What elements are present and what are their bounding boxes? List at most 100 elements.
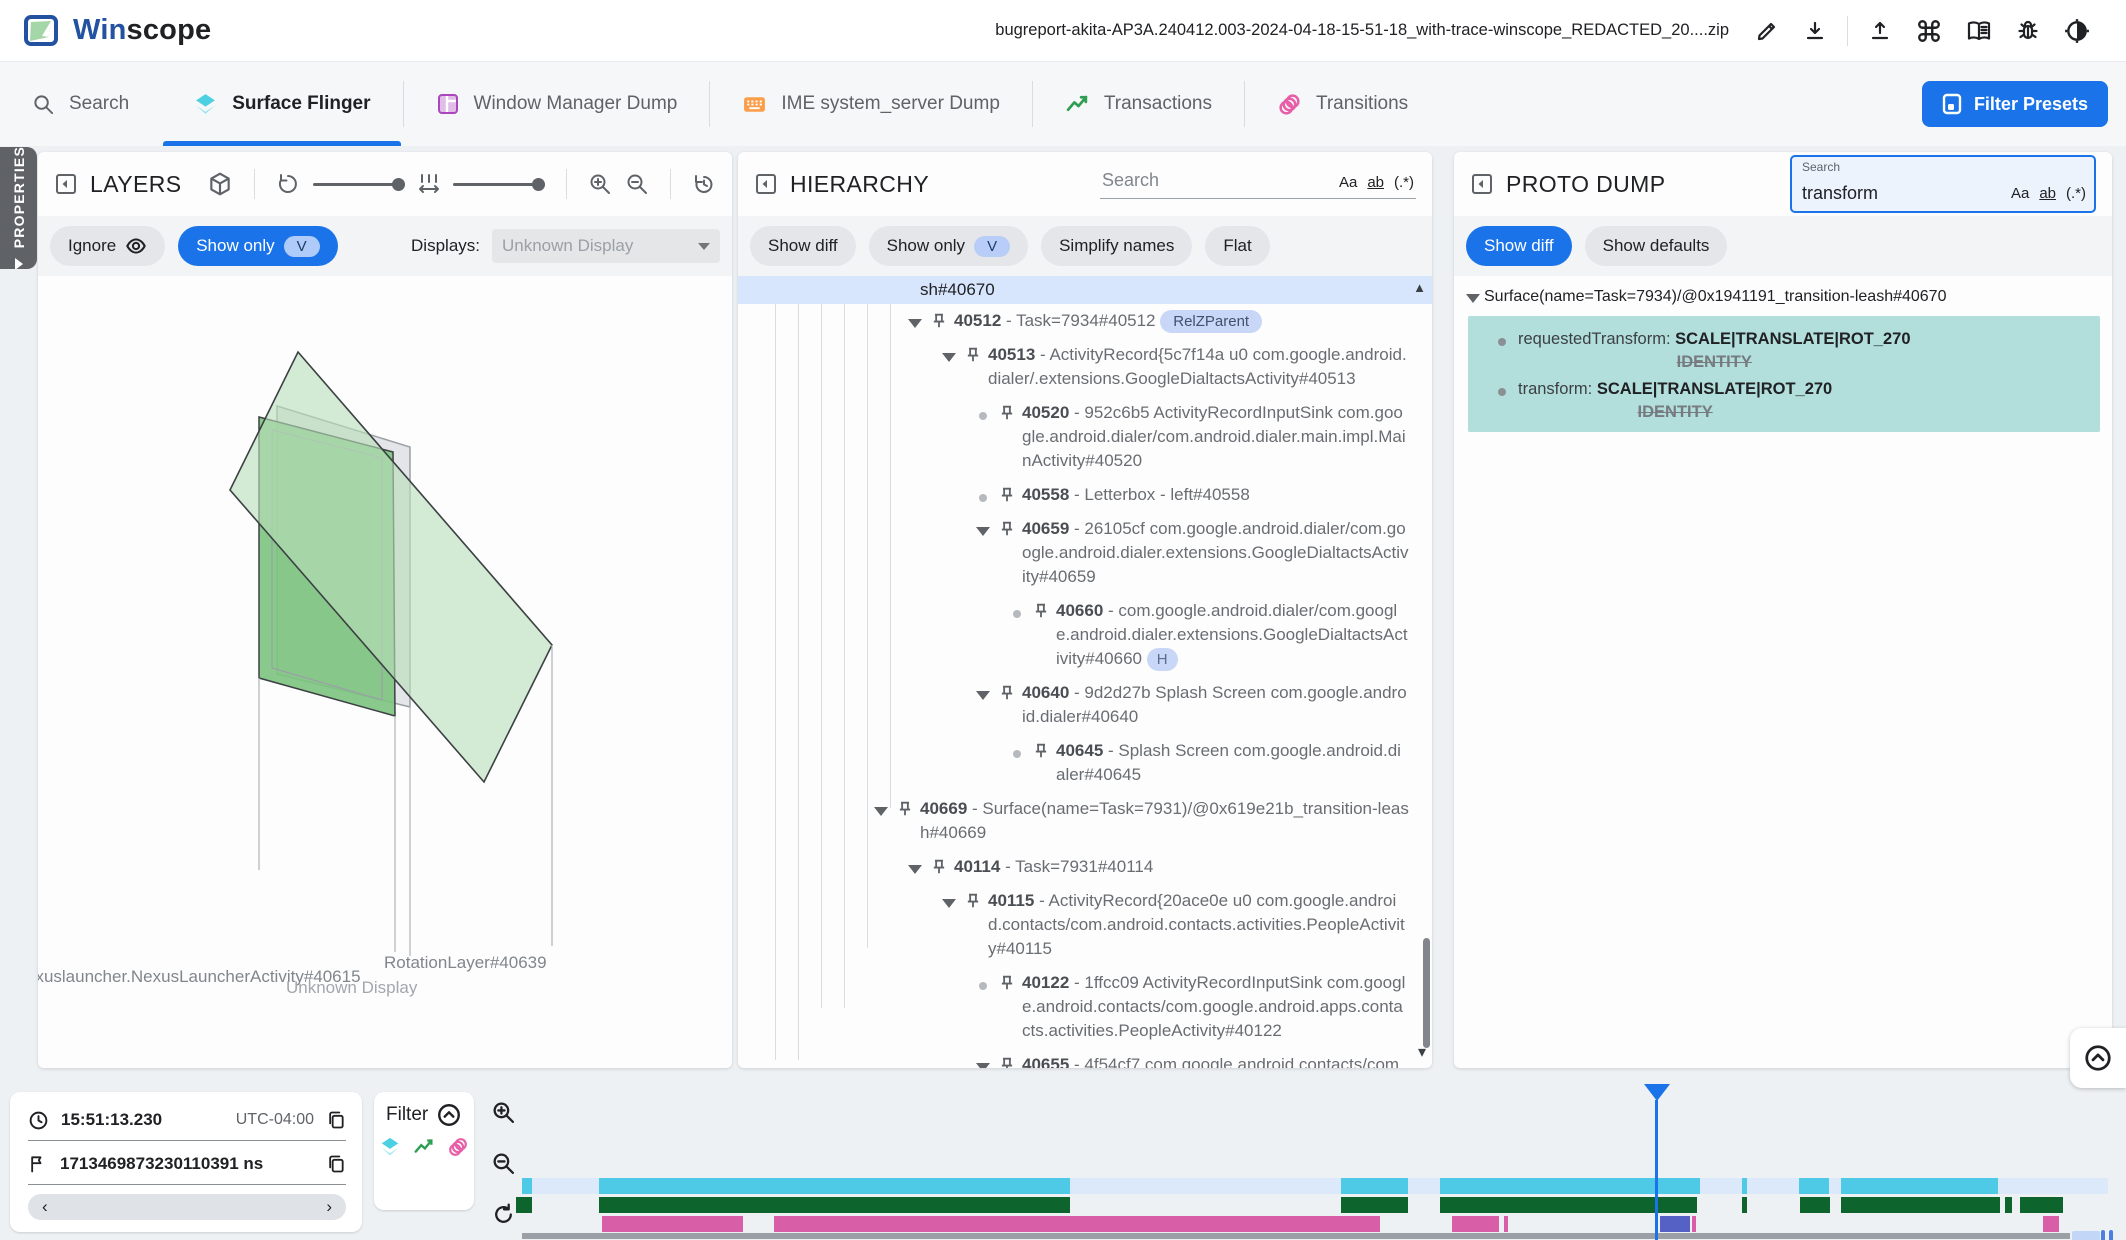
ignore-button[interactable]: Ignore: [50, 226, 165, 266]
proto-show-diff-button[interactable]: Show diff: [1466, 226, 1572, 266]
pin-icon[interactable]: [932, 859, 946, 875]
timeline-cursor-head[interactable]: [1644, 1084, 1670, 1101]
proto-search-value[interactable]: transform: [1802, 183, 1878, 204]
timeline-segment[interactable]: [2043, 1216, 2059, 1232]
3d-cube-icon[interactable]: [207, 171, 233, 197]
timeline-segment[interactable]: [1341, 1178, 1408, 1194]
pin-icon[interactable]: [966, 347, 980, 363]
match-case-icon[interactable]: Aa: [2011, 185, 2029, 202]
proto-root-node[interactable]: Surface(name=Task=7934)/@0x1941191_trans…: [1454, 276, 2112, 314]
tree-node-40660[interactable]: 40660 - com.google.android.dialer/com.go…: [738, 594, 1432, 676]
panel-collapse-icon[interactable]: [1470, 172, 1494, 196]
layers-3d-canvas[interactable]: RotationLayer#40639 exuslauncher.NexusLa…: [38, 276, 732, 1068]
tree-node-40645[interactable]: 40645 - Splash Screen com.google.android…: [738, 734, 1432, 792]
timeline-scrollbar-track[interactable]: [522, 1233, 2070, 1239]
current-time-ns[interactable]: 1713469873230110391 ns: [60, 1154, 263, 1174]
flat-button[interactable]: Flat: [1205, 226, 1269, 266]
timeline-zoom-in-button[interactable]: [489, 1098, 518, 1127]
tree-node-40512[interactable]: 40512 - Task=7934#40512 RelZParent: [738, 304, 1432, 338]
pin-icon[interactable]: [1000, 405, 1014, 421]
timeline-zoom-out-button[interactable]: [489, 1149, 518, 1178]
spacing-slider-handle[interactable]: [532, 178, 545, 191]
filter-presets-button[interactable]: Filter Presets: [1922, 81, 2108, 127]
timeline-cursor[interactable]: [1655, 1100, 1658, 1240]
spacing-icon[interactable]: [418, 172, 440, 196]
tab-search[interactable]: Search: [0, 62, 161, 146]
pin-icon[interactable]: [1000, 1057, 1014, 1068]
timeline-segment[interactable]: [599, 1197, 1070, 1213]
timeline-segment[interactable]: [602, 1216, 743, 1232]
timeline-segment[interactable]: [1440, 1197, 1697, 1213]
proto-search-field[interactable]: Search transform Aa ab (.*): [1790, 155, 2096, 213]
transitions-filter-icon[interactable]: [447, 1136, 469, 1158]
tab-transactions[interactable]: Transactions: [1033, 62, 1244, 146]
regex-icon[interactable]: (.*): [1394, 174, 1414, 191]
timeline-reset-zoom-button[interactable]: [489, 1200, 518, 1229]
panel-collapse-icon[interactable]: [54, 172, 78, 196]
scroll-up-icon[interactable]: ▲: [1413, 280, 1426, 295]
hierarchy-search-field[interactable]: Search Aa ab (.*): [1100, 170, 1416, 199]
tree-node-40655[interactable]: 40655 - 4f54cf7 com.google.android.conta…: [738, 1048, 1432, 1068]
match-word-icon[interactable]: ab: [1367, 174, 1384, 191]
layer-label-rotation[interactable]: RotationLayer#40639: [384, 953, 547, 973]
zoom-out-icon[interactable]: [625, 172, 649, 196]
timeline-row-transitions[interactable]: [522, 1216, 2108, 1232]
tab-surface-flinger[interactable]: Surface Flinger: [161, 62, 402, 146]
timeline-segment[interactable]: [774, 1216, 1380, 1232]
timeline-segment[interactable]: [522, 1178, 532, 1194]
tree-node-40114[interactable]: 40114 - Task=7931#40114: [738, 850, 1432, 884]
tree-node-40513[interactable]: 40513 - ActivityRecord{5c7f14a u0 com.go…: [738, 338, 1432, 396]
documentation-button[interactable]: [1954, 13, 2004, 49]
timeline-segment[interactable]: [1452, 1216, 1499, 1232]
timeline-segment[interactable]: [516, 1197, 532, 1213]
proto-property[interactable]: transform: SCALE|TRANSLATE|ROT_270IDENTI…: [1468, 372, 2100, 422]
tree-node-40669[interactable]: 40669 - Surface(name=Task=7931)/@0x619e2…: [738, 792, 1432, 850]
timeline-row-surface-flinger[interactable]: [522, 1178, 2108, 1194]
panel-collapse-icon[interactable]: [754, 172, 778, 196]
pin-icon[interactable]: [966, 893, 980, 909]
dark-mode-toggle[interactable]: [2052, 12, 2102, 50]
timeline-segment[interactable]: [1841, 1197, 2000, 1213]
pin-icon[interactable]: [1034, 743, 1048, 759]
frame-navigation[interactable]: ‹ ›: [28, 1194, 346, 1220]
hierarchy-show-diff-button[interactable]: Show diff: [750, 226, 856, 266]
reset-view-icon[interactable]: [692, 172, 716, 196]
pin-icon[interactable]: [1034, 603, 1048, 619]
timeline-segment[interactable]: [1742, 1197, 1747, 1213]
match-case-icon[interactable]: Aa: [1339, 174, 1357, 191]
timeline-segment[interactable]: [1742, 1178, 1747, 1194]
timeline-segment[interactable]: [1440, 1178, 1700, 1194]
timeline-segment[interactable]: [1799, 1178, 1829, 1194]
copy-icon[interactable]: [326, 1154, 346, 1174]
tree-node-40115[interactable]: 40115 - ActivityRecord{20ace0e u0 com.go…: [738, 884, 1432, 966]
timeline-segment[interactable]: [599, 1178, 1070, 1194]
timeline[interactable]: [522, 1080, 2108, 1240]
proto-show-defaults-button[interactable]: Show defaults: [1585, 226, 1728, 266]
timeline-scrollbar-page[interactable]: [2072, 1231, 2100, 1240]
proto-property[interactable]: requestedTransform: SCALE|TRANSLATE|ROT_…: [1468, 322, 2100, 372]
spacing-slider[interactable]: [453, 183, 545, 186]
rotation-slider[interactable]: [313, 183, 405, 186]
timeline-row-transactions[interactable]: [522, 1197, 2108, 1213]
tree-node-40558[interactable]: 40558 - Letterbox - left#40558: [738, 478, 1432, 512]
pin-icon[interactable]: [1000, 975, 1014, 991]
current-time[interactable]: 15:51:13.230: [61, 1110, 162, 1130]
timeline-scrollbar-bar[interactable]: [2101, 1230, 2105, 1240]
layers-show-only-button[interactable]: Show only V: [178, 226, 337, 266]
rotation-slider-handle[interactable]: [392, 178, 405, 191]
timeline-segment[interactable]: [2005, 1197, 2012, 1213]
rotation-icon[interactable]: [276, 172, 300, 196]
tree-node-40122[interactable]: 40122 - 1ffcc09 ActivityRecordInputSink …: [738, 966, 1432, 1048]
timeline-segment[interactable]: [1504, 1216, 1508, 1232]
match-word-icon[interactable]: ab: [2039, 185, 2056, 202]
next-frame-icon[interactable]: ›: [326, 1197, 332, 1217]
timeline-segment[interactable]: [1841, 1178, 1998, 1194]
expand-timeline-card[interactable]: [2070, 1028, 2126, 1088]
tab-window-manager-dump[interactable]: Window Manager Dump: [404, 62, 710, 146]
tree-node-40659[interactable]: 40659 - 26105cf com.google.android.diale…: [738, 512, 1432, 594]
displays-dropdown[interactable]: Unknown Display: [492, 229, 720, 263]
report-bug-button[interactable]: [2004, 13, 2052, 49]
timeline-scrollbar-bar[interactable]: [2109, 1230, 2113, 1240]
tree-node-40640[interactable]: 40640 - 9d2d27b Splash Screen com.google…: [738, 676, 1432, 734]
layer-label-display[interactable]: Unknown Display: [286, 978, 417, 998]
